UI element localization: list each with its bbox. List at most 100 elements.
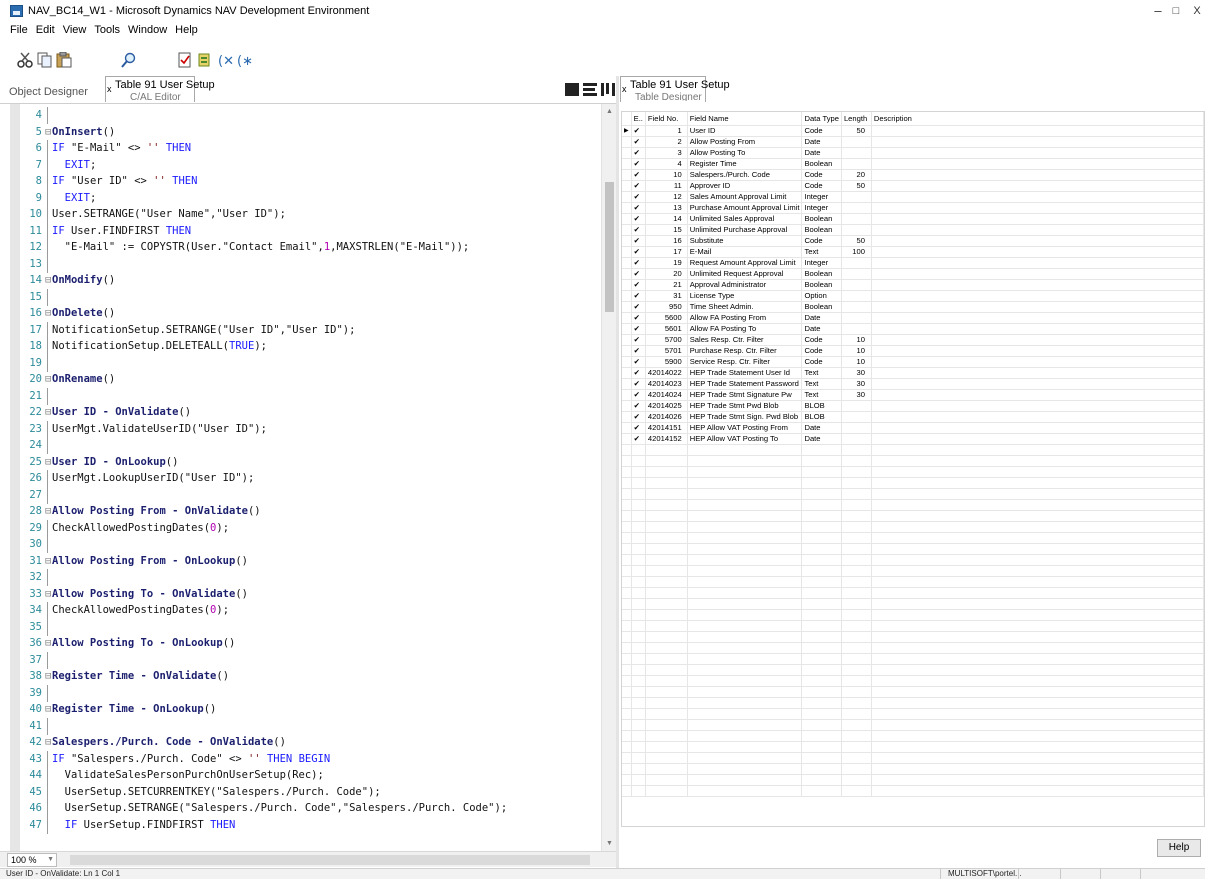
- field-no[interactable]: [645, 664, 688, 676]
- field-enabled[interactable]: [631, 686, 646, 698]
- empty-field-row[interactable]: [622, 532, 1204, 544]
- field-no[interactable]: [645, 554, 688, 566]
- field-description[interactable]: [871, 323, 1204, 335]
- field-length[interactable]: [841, 268, 872, 280]
- field-data-type[interactable]: [801, 763, 842, 775]
- empty-field-row[interactable]: [622, 675, 1204, 687]
- field-name[interactable]: [687, 510, 803, 522]
- field-description[interactable]: [871, 565, 1204, 577]
- field-name[interactable]: [687, 455, 803, 467]
- field-description[interactable]: [871, 642, 1204, 654]
- field-no[interactable]: [645, 532, 688, 544]
- field-enabled[interactable]: [631, 620, 646, 632]
- field-name[interactable]: [687, 521, 803, 533]
- field-name[interactable]: [687, 730, 803, 742]
- field-length[interactable]: [841, 741, 872, 753]
- field-name[interactable]: [687, 774, 803, 786]
- field-name[interactable]: Substitute: [687, 235, 803, 247]
- field-data-type[interactable]: [801, 620, 842, 632]
- field-name[interactable]: Service Resp. Ctr. Filter: [687, 356, 803, 368]
- field-enabled[interactable]: ✔: [631, 180, 646, 192]
- paste-icon[interactable]: [55, 51, 73, 70]
- field-length[interactable]: [841, 488, 872, 500]
- field-enabled[interactable]: ✔: [631, 345, 646, 357]
- field-name[interactable]: [687, 631, 803, 643]
- code-line[interactable]: 36 ⊟ Allow Posting To - OnLookup(): [0, 634, 600, 652]
- field-enabled[interactable]: [631, 653, 646, 665]
- field-data-type[interactable]: Code: [801, 169, 842, 181]
- field-data-type[interactable]: Integer: [801, 257, 842, 269]
- field-no[interactable]: 5700: [645, 334, 688, 346]
- row-selector[interactable]: [622, 774, 632, 786]
- field-enabled[interactable]: ✔: [631, 367, 646, 379]
- field-no[interactable]: 2: [645, 136, 688, 148]
- field-length[interactable]: [841, 510, 872, 522]
- field-row[interactable]: ✔ 5900 Service Resp. Ctr. Filter Code 10: [622, 356, 1204, 368]
- code-line[interactable]: 46 UserSetup.SETRANGE("Salespers./Purch.…: [0, 799, 600, 817]
- field-data-type[interactable]: Text: [801, 378, 842, 390]
- field-length[interactable]: 50: [841, 180, 872, 192]
- field-description[interactable]: [871, 246, 1204, 258]
- field-no[interactable]: [645, 708, 688, 720]
- field-description[interactable]: [871, 334, 1204, 346]
- field-enabled[interactable]: [631, 785, 646, 797]
- field-name[interactable]: [687, 642, 803, 654]
- empty-field-row[interactable]: [622, 620, 1204, 632]
- field-name[interactable]: [687, 444, 803, 456]
- field-enabled[interactable]: ✔: [631, 334, 646, 346]
- row-selector[interactable]: [622, 257, 632, 269]
- field-enabled[interactable]: [631, 444, 646, 456]
- field-description[interactable]: [871, 499, 1204, 511]
- field-description[interactable]: [871, 279, 1204, 291]
- row-selector[interactable]: [622, 565, 632, 577]
- field-length[interactable]: [841, 576, 872, 588]
- field-data-type[interactable]: Code: [801, 235, 842, 247]
- field-name[interactable]: HEP Trade Stmt Signature Pw: [687, 389, 803, 401]
- fold-toggle-icon[interactable]: ⊟: [45, 370, 51, 388]
- field-row[interactable]: ✔ 42014152 HEP Allow VAT Posting To Date: [622, 433, 1204, 445]
- field-name[interactable]: Approval Administrator: [687, 279, 803, 291]
- field-length[interactable]: [841, 422, 872, 434]
- field-description[interactable]: [871, 312, 1204, 324]
- field-length[interactable]: [841, 587, 872, 599]
- field-no[interactable]: 5900: [645, 356, 688, 368]
- field-no[interactable]: 31: [645, 290, 688, 302]
- close-tab-icon[interactable]: x: [622, 84, 627, 94]
- field-data-type[interactable]: Integer: [801, 191, 842, 203]
- row-selector[interactable]: [622, 180, 632, 192]
- field-name[interactable]: [687, 697, 803, 709]
- field-data-type[interactable]: Boolean: [801, 268, 842, 280]
- field-data-type[interactable]: Date: [801, 147, 842, 159]
- field-description[interactable]: [871, 653, 1204, 665]
- field-no[interactable]: [645, 543, 688, 555]
- field-enabled[interactable]: [631, 565, 646, 577]
- empty-field-row[interactable]: [622, 587, 1204, 599]
- code-line[interactable]: 6 IF "E-Mail" <> '' THEN: [0, 139, 600, 157]
- row-selector[interactable]: [622, 290, 632, 302]
- field-no[interactable]: 42014026: [645, 411, 688, 423]
- field-no[interactable]: 16: [645, 235, 688, 247]
- code-line[interactable]: 23 UserMgt.ValidateUserID("User ID");: [0, 420, 600, 438]
- field-enabled[interactable]: [631, 598, 646, 610]
- field-row[interactable]: ✔ 5600 Allow FA Posting From Date: [622, 312, 1204, 324]
- field-data-type[interactable]: [801, 675, 842, 687]
- field-name[interactable]: Allow FA Posting From: [687, 312, 803, 324]
- field-row[interactable]: ✔ 2 Allow Posting From Date: [622, 136, 1204, 148]
- field-no[interactable]: [645, 763, 688, 775]
- table-designer-grid[interactable]: E.. Field No. Field Name Data Type Lengt…: [621, 111, 1205, 827]
- field-row[interactable]: ▶ ✔ 1 User ID Code 50: [622, 125, 1204, 137]
- field-data-type[interactable]: [801, 587, 842, 599]
- field-no[interactable]: 12: [645, 191, 688, 203]
- field-enabled[interactable]: ✔: [631, 125, 646, 137]
- empty-field-row[interactable]: [622, 653, 1204, 665]
- field-name[interactable]: Unlimited Purchase Approval: [687, 224, 803, 236]
- field-data-type[interactable]: Code: [801, 345, 842, 357]
- field-no[interactable]: [645, 444, 688, 456]
- empty-field-row[interactable]: [622, 466, 1204, 478]
- field-description[interactable]: [871, 389, 1204, 401]
- row-selector[interactable]: [622, 334, 632, 346]
- field-data-type[interactable]: [801, 466, 842, 478]
- field-enabled[interactable]: [631, 532, 646, 544]
- field-name[interactable]: [687, 719, 803, 731]
- minimize-button[interactable]: –: [1150, 4, 1166, 18]
